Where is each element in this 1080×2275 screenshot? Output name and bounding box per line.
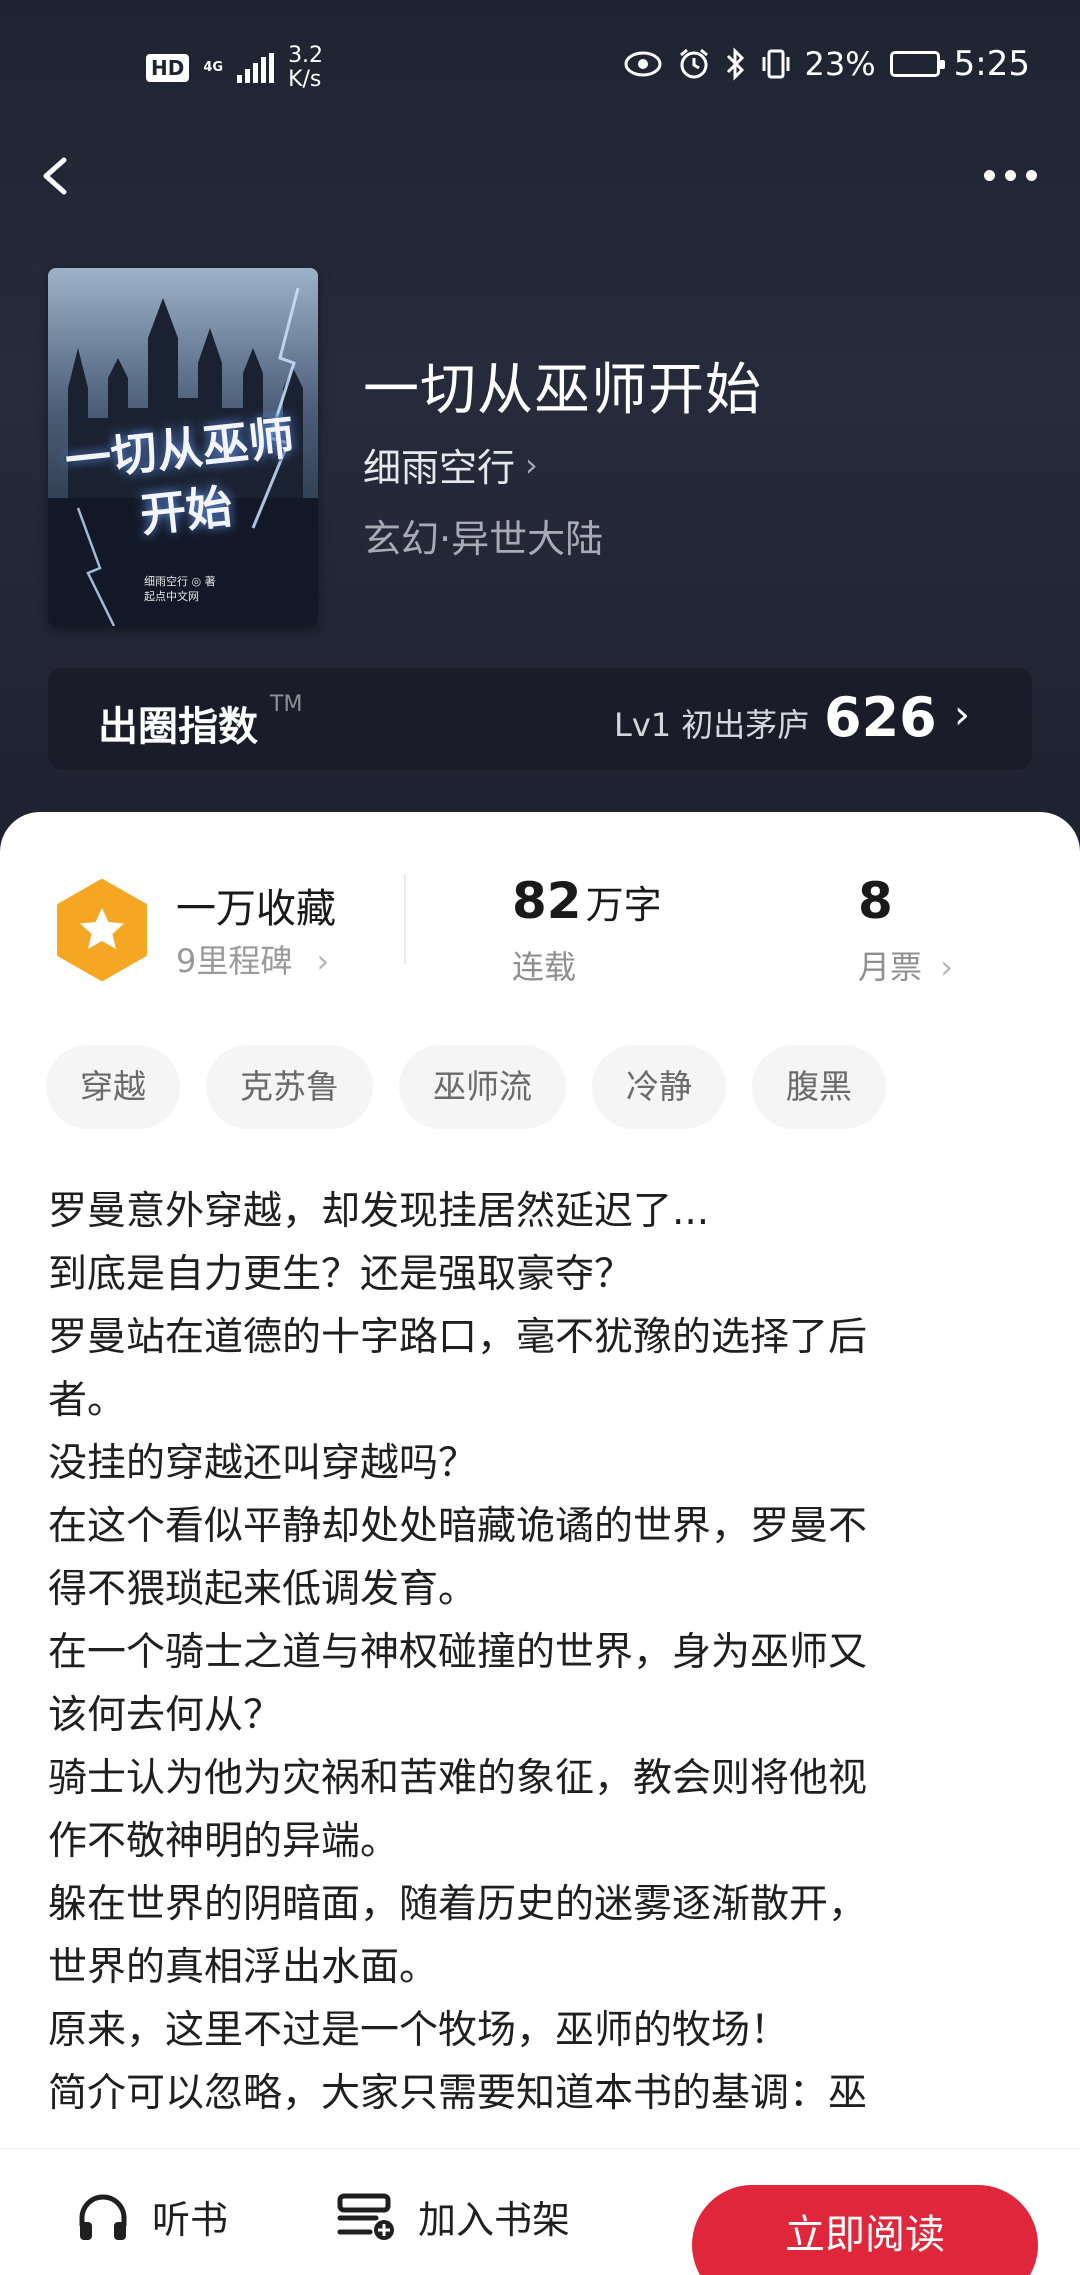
- synopsis-line: 罗曼站在道德的十字路口，毫不犹豫的选择了后: [48, 1315, 868, 1360]
- hd-indicator: HD: [146, 54, 190, 82]
- book-title: 一切从巫师开始: [363, 358, 762, 423]
- speed-unit: K/s: [288, 67, 322, 92]
- word-count-value: 82: [512, 872, 582, 930]
- popularity-index-bar[interactable]: 出圈指数 TM Lv1 初出茅庐 626 ›: [48, 668, 1032, 770]
- headphones-icon: [79, 2194, 127, 2240]
- add-shelf-label: 加入书架: [418, 2198, 571, 2242]
- listen-label: 听书: [152, 2198, 229, 2242]
- synopsis-line: 简介可以忽略，大家只需要知道本书的基调：巫: [48, 2071, 868, 2116]
- popularity-label: 出圈指数: [98, 704, 258, 750]
- synopsis-line: 作不敬神明的异端。: [48, 1819, 400, 1864]
- monthly-votes-link[interactable]: 月票 ›: [858, 942, 953, 988]
- clock: 5:25: [953, 44, 1030, 84]
- signal-icon: [237, 53, 275, 83]
- vibrate-icon: [762, 49, 790, 79]
- tag-chip[interactable]: 冷静: [592, 1045, 726, 1129]
- more-dot-icon: [1004, 169, 1016, 181]
- more-dot-icon: [1025, 169, 1037, 181]
- chevron-right-icon: ›: [316, 942, 330, 980]
- chevron-right-icon: ›: [525, 445, 538, 484]
- eye-icon: [624, 51, 662, 77]
- synopsis-line: 者。: [48, 1378, 127, 1423]
- chevron-left-icon: [43, 157, 67, 195]
- star-badge-icon: [57, 879, 147, 981]
- synopsis-line: 没挂的穿越还叫穿越吗？: [48, 1441, 478, 1486]
- synopsis-line: 得不猥琐起来低调发育。: [48, 1567, 478, 1612]
- collection-milestone: 一万收藏: [176, 886, 336, 932]
- cover-credits: 细雨空行 ◎ 著 起点中文网: [144, 574, 216, 604]
- synopsis-line: 世界的真相浮出水面。: [48, 1945, 439, 1990]
- bluetooth-icon: [726, 47, 744, 81]
- book-cover[interactable]: 一切从巫师 开始 细雨空行 ◎ 著 起点中文网: [48, 268, 318, 626]
- bottom-action-bar: 听书 加入书架 立即阅读: [0, 2148, 1080, 2275]
- network-speed: 3.2 K/s: [288, 44, 323, 92]
- synopsis-line: 在这个看似平静却处处暗藏诡谲的世界，罗曼不: [48, 1504, 868, 1549]
- tag-list: 穿越 克苏鲁 巫师流 冷静 腹黑: [46, 1045, 886, 1129]
- tag-chip[interactable]: 穿越: [46, 1045, 180, 1129]
- synopsis-line: 躲在世界的阴暗面，随着历史的迷雾逐渐散开，: [48, 1882, 868, 1927]
- milestone-link[interactable]: 9里程碑 ›: [176, 936, 329, 982]
- alarm-icon: [679, 48, 708, 79]
- network-type: 4G: [203, 60, 224, 75]
- word-count: 82 万字: [512, 872, 662, 930]
- status-right: 23% 5:25: [623, 44, 1030, 84]
- popularity-score: 626: [824, 686, 937, 749]
- synopsis-line: 在一个骑士之道与神权碰撞的世界，身为巫师又: [48, 1630, 868, 1675]
- book-synopsis[interactable]: 罗曼意外穿越，却发现挂居然延迟了... 到底是自力更生？还是强取豪夺？ 罗曼站在…: [48, 1180, 1038, 2125]
- more-dot-icon: [983, 169, 995, 181]
- trademark-mark: TM: [270, 692, 303, 717]
- synopsis-line: 该何去何从？: [48, 1693, 283, 1738]
- chevron-right-icon: ›: [954, 692, 970, 738]
- tag-chip[interactable]: 克苏鲁: [206, 1045, 373, 1129]
- back-button[interactable]: [28, 140, 88, 210]
- word-count-unit: 万字: [585, 883, 662, 927]
- monthly-votes-count: 8: [858, 872, 893, 930]
- cover-author-credit: 细雨空行 ◎ 著: [144, 575, 216, 588]
- book-genre: 玄幻·异世大陆: [363, 517, 604, 561]
- speed-value: 3.2: [288, 43, 324, 68]
- read-now-button[interactable]: 立即阅读: [692, 2185, 1038, 2275]
- battery-percent: 23%: [804, 45, 876, 83]
- status-left: HD 4G 3.2 K/s: [146, 44, 323, 92]
- add-to-shelf-button[interactable]: 加入书架: [336, 2189, 570, 2244]
- popularity-level: Lv1 初出茅庐: [614, 706, 810, 744]
- chevron-right-icon: ›: [940, 948, 953, 986]
- serial-status: 连载: [512, 948, 577, 986]
- author-name: 细雨空行: [363, 446, 516, 490]
- status-bar: HD 4G 3.2 K/s 23% 5:25: [0, 0, 1080, 130]
- more-options-button[interactable]: [970, 150, 1050, 200]
- listen-button[interactable]: 听书: [76, 2189, 228, 2244]
- monthly-votes-label: 月票: [858, 948, 923, 986]
- tag-chip[interactable]: 巫师流: [399, 1045, 566, 1129]
- author-link[interactable]: 细雨空行 ›: [363, 437, 538, 492]
- cover-publisher: 起点中文网: [144, 590, 199, 603]
- milestone-count: 9里程碑: [176, 942, 293, 980]
- stat-divider: [404, 874, 406, 964]
- add-shelf-icon: [337, 2193, 394, 2240]
- synopsis-line: 罗曼意外穿越，却发现挂居然延迟了...: [48, 1189, 710, 1234]
- synopsis-line: 到底是自力更生？还是强取豪夺？: [48, 1252, 634, 1297]
- tag-chip[interactable]: 腹黑: [752, 1045, 886, 1129]
- battery-icon: [889, 51, 945, 77]
- synopsis-line: 骑士认为他为灾祸和苦难的象征，教会则将他视: [48, 1756, 868, 1801]
- synopsis-line: 原来，这里不过是一个牧场，巫师的牧场！: [48, 2008, 790, 2053]
